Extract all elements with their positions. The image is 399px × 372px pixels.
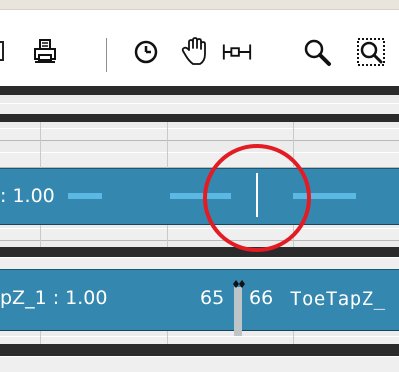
grid-line bbox=[293, 331, 294, 345]
hand-pan-icon bbox=[181, 37, 206, 65]
grid-line bbox=[40, 122, 41, 168]
fit-frame-button[interactable] bbox=[221, 36, 253, 68]
pan-button[interactable] bbox=[178, 36, 210, 68]
frame-number-left: 65 bbox=[200, 287, 225, 309]
frame-number-right: 66 bbox=[249, 287, 274, 309]
zoom-region-button[interactable] bbox=[355, 36, 387, 68]
grid-line bbox=[167, 122, 168, 168]
grid-line bbox=[167, 331, 168, 345]
time-button[interactable] bbox=[130, 36, 162, 68]
print-icon bbox=[34, 39, 56, 63]
grid-line bbox=[40, 331, 41, 345]
partial-toolbar-icon[interactable] bbox=[0, 36, 13, 68]
clip-name-right: ToeTapZ_ bbox=[290, 288, 386, 310]
zoom-button[interactable] bbox=[301, 36, 333, 68]
timeline-area[interactable]: : 1.00 pZ_1 : 1.00 65 66 ToeTapZ_ bbox=[0, 86, 399, 372]
zoom-region-icon bbox=[357, 38, 385, 66]
timeline-grid-row bbox=[0, 152, 399, 168]
timeline-grid-row bbox=[0, 128, 399, 141]
track-dash bbox=[68, 193, 102, 199]
print-button[interactable] bbox=[30, 36, 62, 68]
toolbar-divider bbox=[106, 38, 107, 72]
animation-track-upper[interactable]: : 1.00 bbox=[0, 168, 399, 225]
highlight-circle bbox=[203, 144, 311, 252]
timeline-window: : 1.00 pZ_1 : 1.00 65 66 ToeTapZ_ bbox=[0, 0, 399, 372]
track-label: : 1.00 bbox=[0, 185, 55, 207]
dark-separator-band bbox=[0, 114, 399, 122]
transition-marker-icon bbox=[233, 280, 245, 288]
dark-separator-band bbox=[0, 344, 399, 356]
fit-frame-icon bbox=[222, 44, 252, 60]
partial-icon-shape bbox=[0, 41, 4, 61]
clock-icon bbox=[134, 40, 158, 64]
toolbar bbox=[0, 10, 399, 86]
zoom-icon bbox=[304, 39, 331, 66]
timeline-grid-row bbox=[0, 228, 399, 241]
clip-name-left: pZ_1 : 1.00 bbox=[0, 287, 108, 309]
window-top-strip bbox=[0, 0, 399, 10]
dark-separator-band bbox=[0, 247, 399, 257]
timeline-grid-row bbox=[0, 356, 399, 372]
dark-separator-band bbox=[0, 86, 399, 95]
animation-track-lower[interactable]: pZ_1 : 1.00 65 66 ToeTapZ_ bbox=[0, 269, 399, 331]
